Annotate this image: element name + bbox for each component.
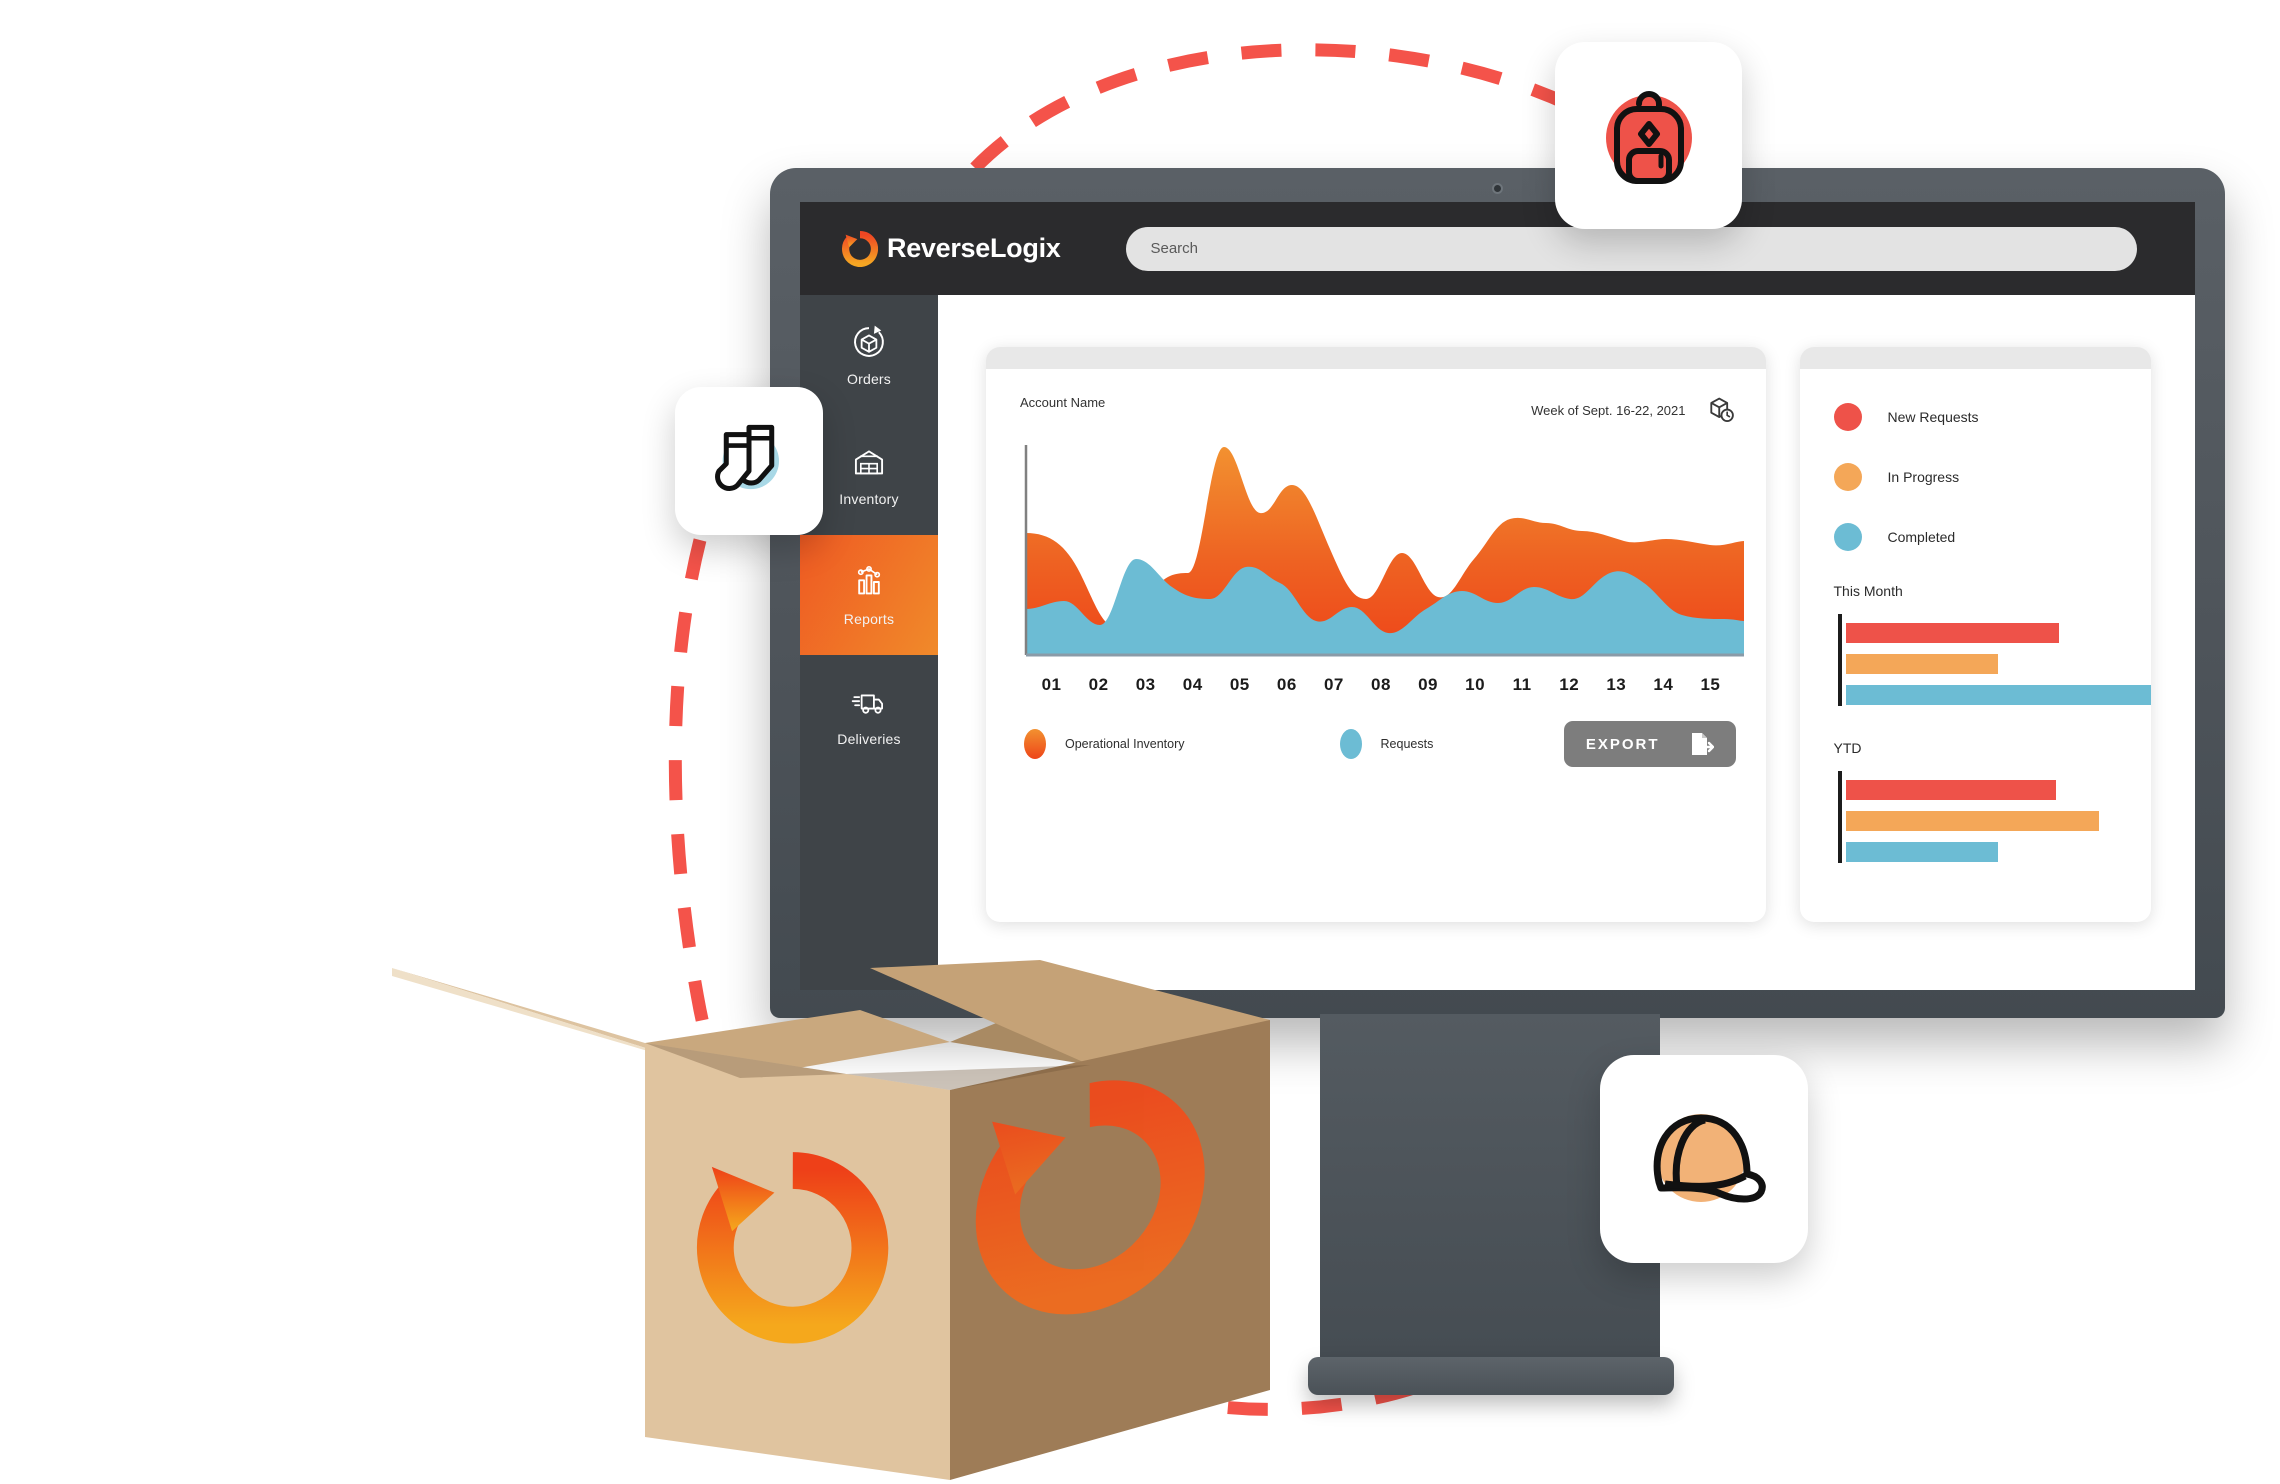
sidebar-item-label: Orders (847, 370, 891, 387)
chart-card-header: Account Name Week of Sept. 16-22, 2021 (986, 369, 1766, 425)
x-tick: 06 (1276, 675, 1297, 694)
brand-name: ReverseLogix (887, 233, 1061, 263)
bar (1845, 623, 2060, 643)
chart-card: Account Name Week of Sept. 16-22, 2021 0… (986, 347, 1766, 922)
floating-card-socks[interactable] (675, 387, 823, 535)
bar-chart-ytd (1834, 771, 2152, 863)
legend-label: Completed (1887, 529, 1956, 545)
legend-swatch (1833, 523, 1862, 551)
card-header-strip (1799, 347, 2151, 369)
legend-label: Requests (1380, 737, 1434, 751)
week-range-label: Week of Sept. 16-22, 2021 (1531, 402, 1686, 418)
bar-group-title-this-month: This Month (1833, 583, 1903, 599)
sidebar-item-label: Reports (843, 610, 895, 627)
card-header-strip (986, 347, 1766, 369)
socks-icon (715, 424, 779, 491)
file-export-icon (1691, 733, 1714, 755)
box-return-icon (854, 325, 884, 357)
backpack-icon (1605, 90, 1692, 184)
stacked-area-chart (1024, 445, 1744, 657)
x-tick: 12 (1559, 675, 1580, 694)
sidebar-item-deliveries[interactable]: Deliveries (800, 655, 938, 775)
x-tick: 05 (1229, 675, 1250, 694)
legend-swatch (1024, 729, 1046, 759)
legend-item-new-requests: New Requests (1833, 403, 2152, 431)
x-tick: 08 (1371, 675, 1391, 694)
status-card-body: New Requests In Progress Completed This … (1800, 369, 2152, 863)
search-container (1126, 226, 2137, 271)
webcam-icon (1492, 183, 1503, 194)
status-summary-card: New Requests In Progress Completed This … (1799, 347, 2152, 922)
bar (1845, 842, 1999, 862)
sidebar-nav: Orders Inventory Reports Deliveries (800, 295, 938, 990)
sidebar-item-label: Inventory (839, 490, 899, 507)
legend-swatch (1833, 463, 1862, 491)
box-clock-icon[interactable] (1706, 395, 1736, 425)
dashed-arc-top (970, 43, 1573, 173)
sidebar-item-reports[interactable]: Reports (800, 535, 938, 655)
dashboard-content: Account Name Week of Sept. 16-22, 2021 0… (938, 295, 2195, 990)
legend-item-requests: Requests (1339, 729, 1434, 759)
bar-row-in-progress (1845, 654, 2152, 674)
x-tick: 03 (1135, 675, 1156, 694)
legend-item-operational-inventory: Operational Inventory (1024, 729, 1185, 759)
bar-group-title-ytd: YTD (1833, 740, 1862, 756)
baseball-cap-icon (1653, 1114, 1766, 1203)
x-axis-tick-labels: 01 02 03 04 05 06 07 08 09 10 11 12 13 1… (1028, 675, 1734, 695)
bar-row-completed (1845, 842, 2152, 862)
illustration-stage: ReverseLogix Orders (0, 0, 2280, 1484)
x-tick: 13 (1606, 675, 1627, 694)
account-name: Account Name (1020, 395, 1106, 410)
x-tick: 14 (1653, 675, 1674, 694)
x-tick: 11 (1512, 675, 1532, 694)
delivery-truck-icon (851, 694, 883, 714)
floating-card-cap[interactable] (1600, 1055, 1808, 1263)
bar-axis (1837, 614, 1842, 706)
monitor-frame: ReverseLogix Orders (770, 168, 2225, 1018)
export-button[interactable]: EXPORT (1563, 721, 1736, 767)
legend-item-in-progress: In Progress (1833, 463, 2152, 491)
legend-label: In Progress (1887, 469, 1960, 485)
bar-chart-this-month (1834, 614, 2152, 706)
export-button-label: EXPORT (1585, 735, 1660, 753)
bar-axis (1837, 771, 1842, 863)
sidebar-item-orders[interactable]: Orders (800, 295, 938, 415)
box-front-face (645, 1043, 950, 1480)
bar (1845, 780, 2057, 800)
sidebar-item-label: Deliveries (837, 730, 901, 747)
brand-logo[interactable]: ReverseLogix (842, 230, 1061, 267)
x-tick: 09 (1418, 675, 1438, 694)
app-topbar: ReverseLogix (800, 202, 2195, 295)
x-tick: 02 (1088, 675, 1109, 694)
legend-label: Operational Inventory (1065, 737, 1185, 751)
bar-row-in-progress (1845, 811, 2152, 831)
legend-item-completed: Completed (1833, 523, 2152, 551)
x-tick: 10 (1465, 675, 1486, 694)
bar (1845, 654, 1999, 674)
legend-swatch (1339, 729, 1362, 759)
circular-arrow-logo-icon (842, 230, 878, 267)
bar-chart-icon (857, 565, 881, 594)
legend-label: New Requests (1887, 409, 1979, 425)
cardboard-box (392, 960, 1270, 1480)
bar-row-new-requests (1845, 623, 2152, 643)
chart-card-footer: Operational Inventory Requests EXPORT (986, 695, 1766, 767)
monitor-screen: ReverseLogix Orders (800, 202, 2195, 990)
bar (1845, 811, 2100, 831)
x-tick: 04 (1182, 675, 1203, 694)
legend-swatch (1833, 403, 1862, 431)
x-tick: 07 (1323, 675, 1344, 694)
bar-row-new-requests (1845, 780, 2152, 800)
search-input[interactable] (1126, 226, 2137, 271)
floating-card-backpack[interactable] (1555, 42, 1742, 229)
x-tick: 01 (1041, 675, 1062, 694)
bar-row-completed (1845, 685, 2151, 705)
monitor-stand-base (1308, 1357, 1674, 1395)
bar (1845, 685, 2151, 705)
x-tick: 15 (1700, 675, 1721, 694)
warehouse-icon (854, 449, 884, 474)
